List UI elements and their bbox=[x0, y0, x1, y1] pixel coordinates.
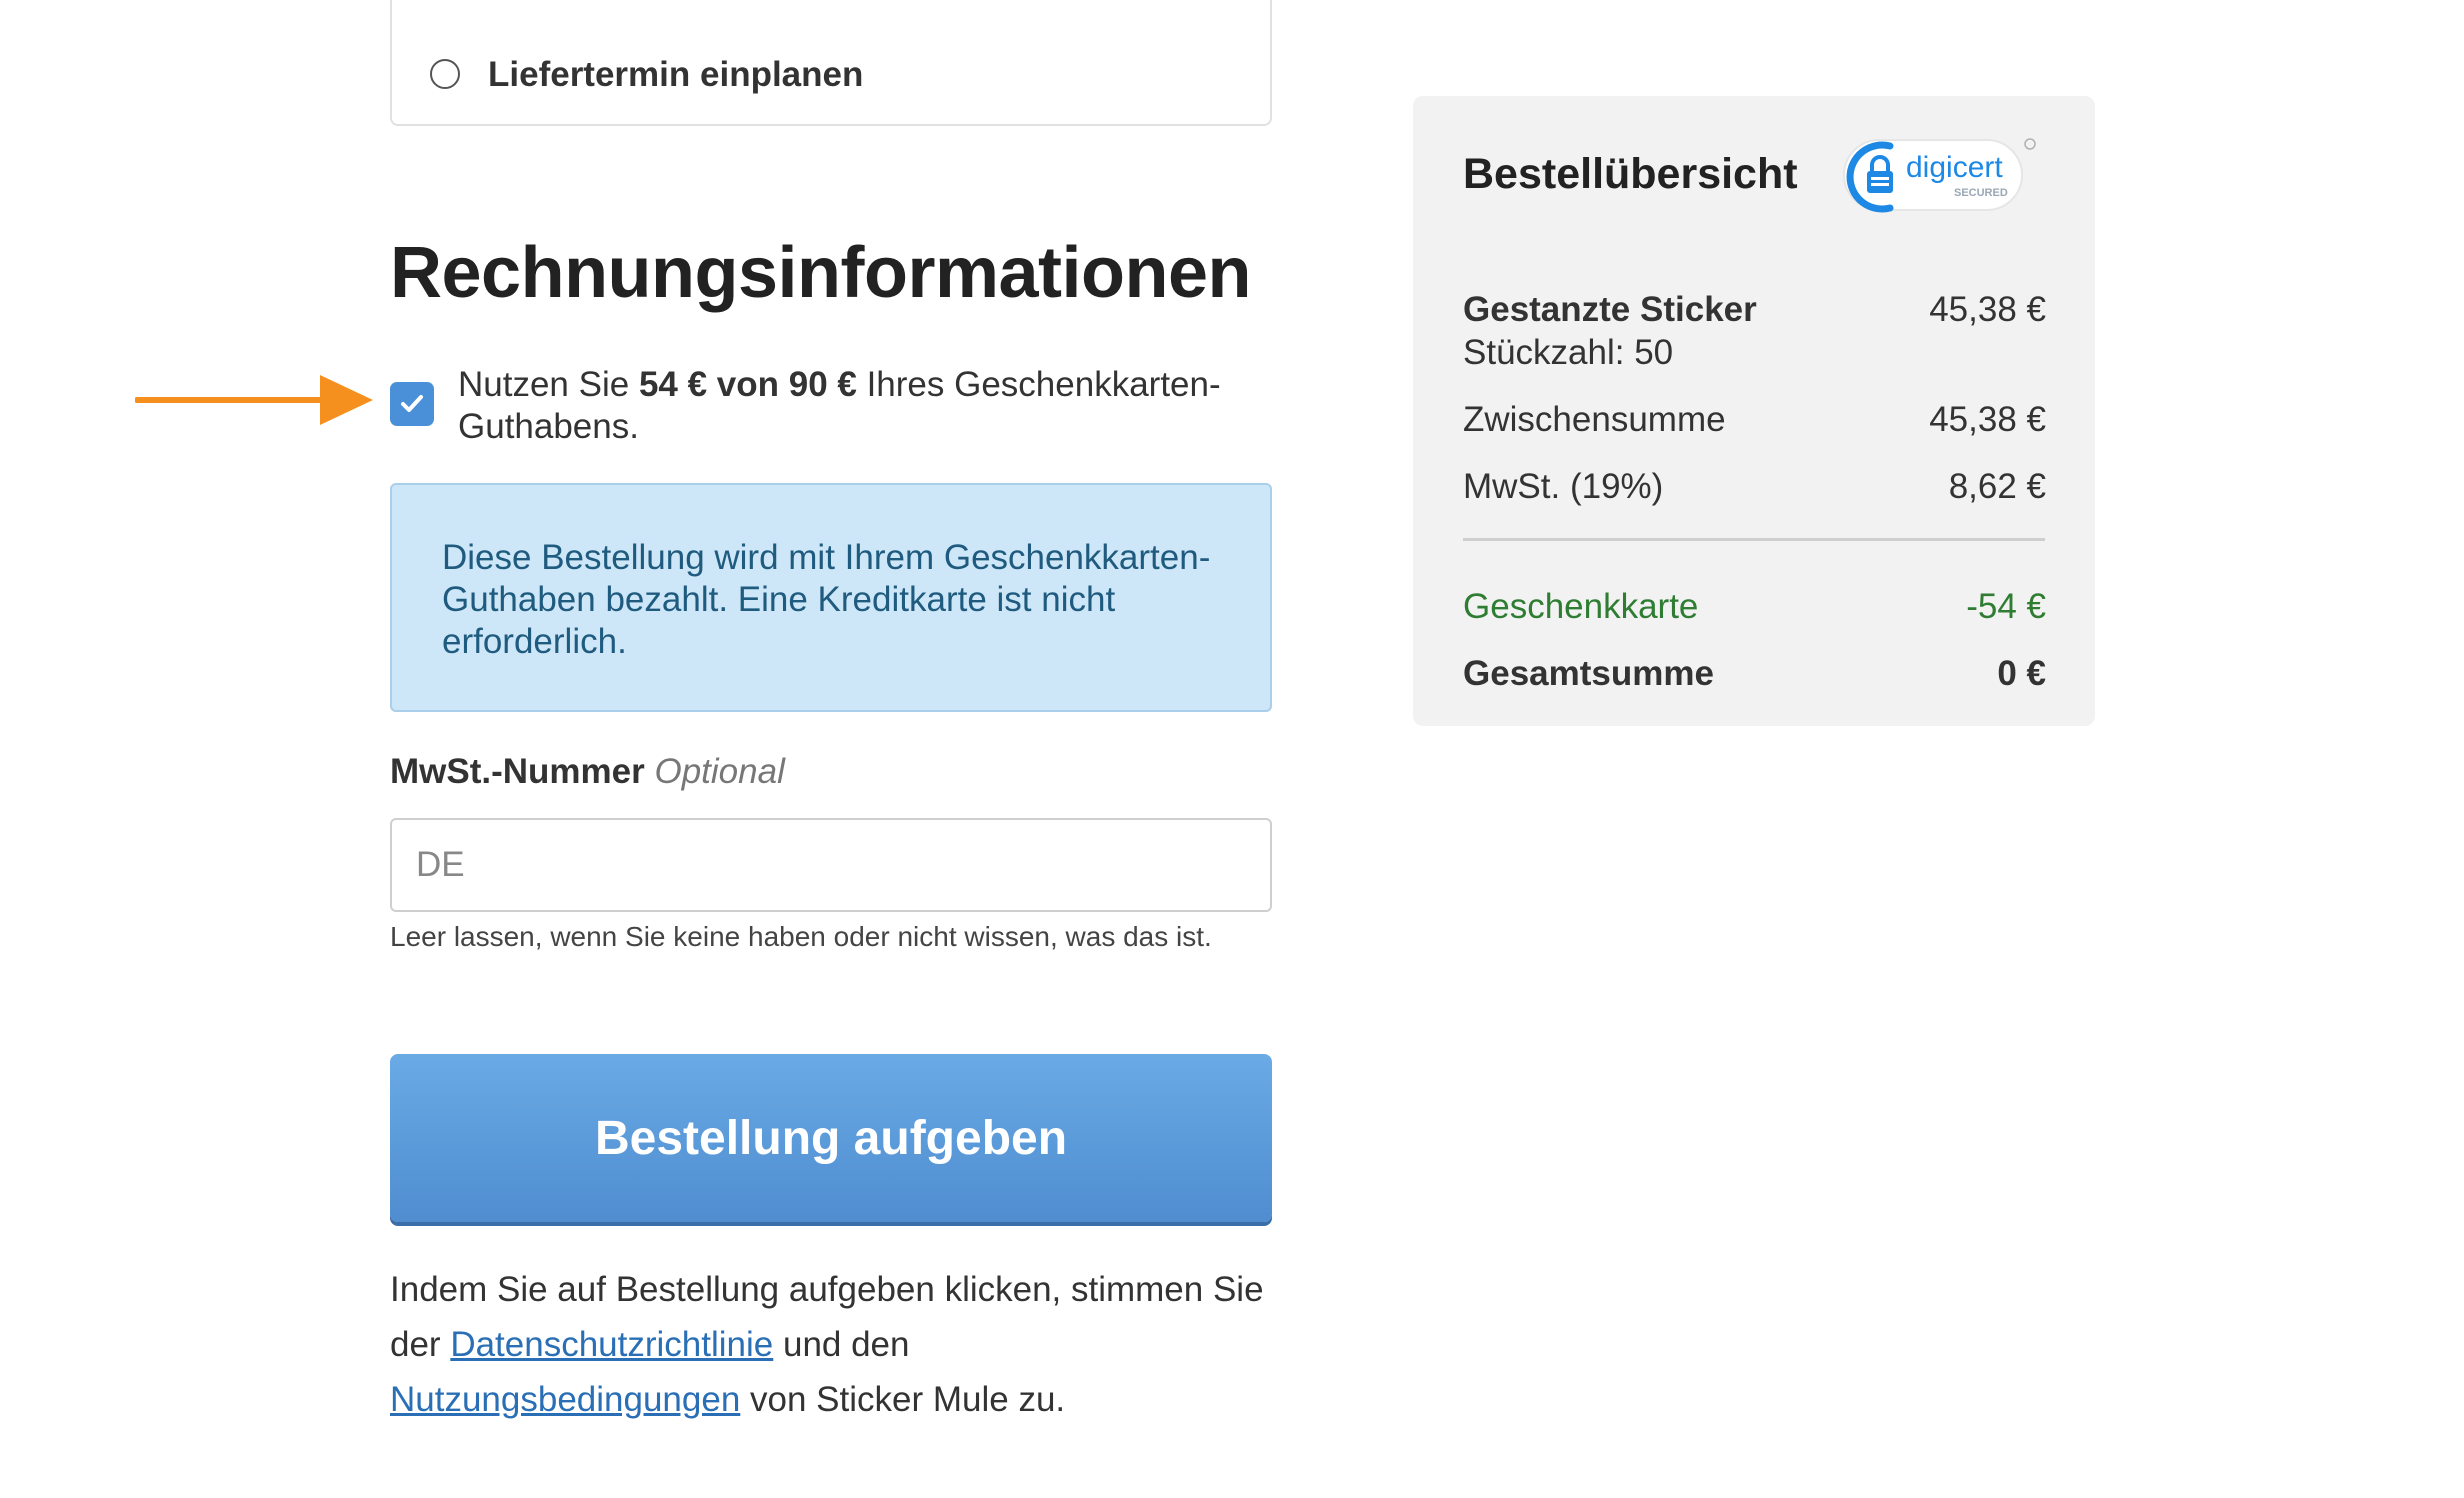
gift-card-summary-value: -54 € bbox=[1966, 587, 2046, 626]
annotation-arrow-icon bbox=[135, 375, 373, 425]
gift-card-label[interactable]: Nutzen Sie 54 € von 90 € Ihres Geschenkk… bbox=[458, 364, 1258, 448]
vat-help-text: Leer lassen, wenn Sie keine haben oder n… bbox=[390, 921, 1212, 952]
gift-card-summary-label: Geschenkkarte bbox=[1463, 587, 1699, 626]
vat-summary-value: 8,62 € bbox=[1948, 467, 2046, 506]
gift-card-info-message: Diese Bestellung wird mit Ihrem Geschenk… bbox=[390, 483, 1272, 712]
subtotal-label: Zwischensumme bbox=[1463, 400, 1726, 439]
subtotal-value: 45,38 € bbox=[1929, 400, 2046, 439]
summary-item-price: 45,38 € bbox=[1929, 290, 2046, 329]
checkmark-icon bbox=[401, 395, 423, 412]
total-label: Gesamtsumme bbox=[1463, 654, 1714, 693]
terms-text: Indem Sie auf Bestellung aufgeben klicke… bbox=[390, 1270, 1264, 1419]
delivery-date-radio[interactable] bbox=[430, 59, 460, 89]
vat-number-input[interactable] bbox=[390, 818, 1272, 912]
digicert-badge[interactable]: digicert SECURED bbox=[1838, 132, 2038, 218]
privacy-policy-link[interactable]: Datenschutzrichtlinie bbox=[450, 1325, 773, 1364]
vat-summary-label: MwSt. (19%) bbox=[1463, 467, 1664, 506]
summary-item-name: Gestanzte Sticker bbox=[1463, 290, 1757, 329]
gift-card-amount: 54 € von 90 € bbox=[638, 365, 857, 404]
summary-item-qty: Stückzahl: 50 bbox=[1463, 333, 1674, 372]
total-value: 0 € bbox=[1997, 654, 2046, 693]
optional-hint: Optional bbox=[654, 752, 785, 791]
order-summary-title: Bestellübersicht bbox=[1463, 150, 1798, 198]
terms-of-use-link[interactable]: Nutzungsbedingungen bbox=[390, 1380, 740, 1419]
billing-heading: Rechnungsinformationen bbox=[390, 233, 1252, 313]
vat-number-label: MwSt.-Nummer Optional bbox=[390, 752, 785, 791]
summary-divider bbox=[1463, 538, 2045, 541]
gift-card-checkbox[interactable] bbox=[390, 382, 434, 426]
place-order-button[interactable]: Bestellung aufgeben bbox=[390, 1054, 1272, 1222]
digicert-brand-text: digicert bbox=[1906, 151, 2003, 184]
delivery-date-label[interactable]: Liefertermin einplanen bbox=[488, 55, 863, 95]
digicert-secured-text: SECURED bbox=[1954, 187, 2008, 199]
